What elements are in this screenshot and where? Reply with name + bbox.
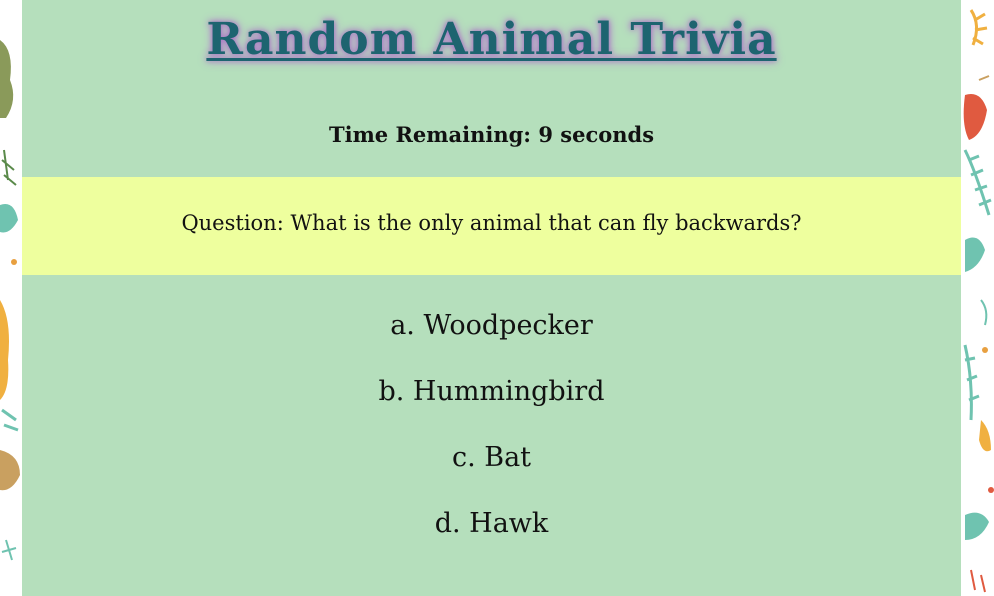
page-title: Random Animal Trivia xyxy=(206,14,777,65)
question-banner: Question: What is the only animal that c… xyxy=(22,177,961,275)
animal-pattern-icon xyxy=(0,0,22,596)
background-pattern-right xyxy=(961,0,994,596)
trivia-panel: Random Animal Trivia Time Remaining: 9 s… xyxy=(22,0,961,596)
answer-option-d[interactable]: d. Hawk xyxy=(22,504,961,570)
background-pattern-left xyxy=(0,0,22,596)
answer-list: a. Woodpecker b. Hummingbird c. Bat d. H… xyxy=(22,306,961,570)
title-container: Random Animal Trivia xyxy=(22,14,961,65)
answer-option-a[interactable]: a. Woodpecker xyxy=(22,306,961,372)
trivia-page: Random Animal Trivia Time Remaining: 9 s… xyxy=(0,0,994,596)
time-remaining: Time Remaining: 9 seconds xyxy=(328,122,655,147)
question-text: Question: What is the only animal that c… xyxy=(181,211,802,235)
leaf-pattern-icon xyxy=(961,0,994,596)
answer-option-c[interactable]: c. Bat xyxy=(22,438,961,504)
answer-option-b[interactable]: b. Hummingbird xyxy=(22,372,961,438)
